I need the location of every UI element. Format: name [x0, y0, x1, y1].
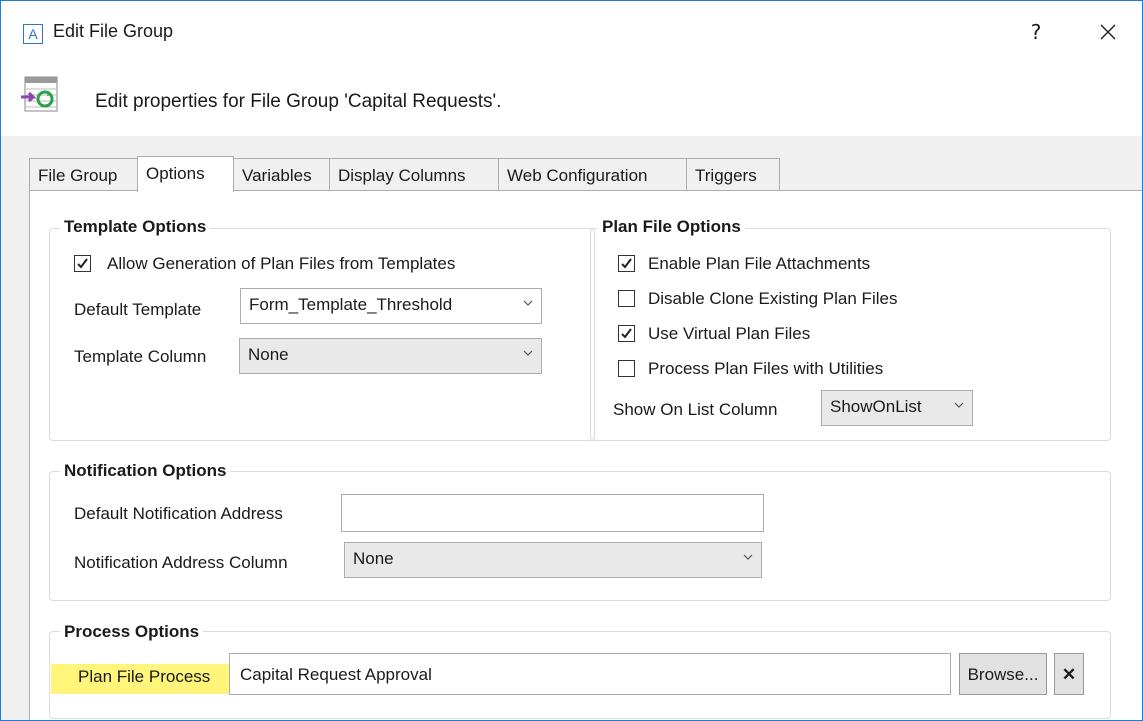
chevron-down-icon: [954, 402, 964, 408]
tab-display-columns[interactable]: Display Columns: [329, 158, 499, 190]
allow-generation-label: Allow Generation of Plan Files from Temp…: [107, 254, 456, 273]
enable-attachments-label: Enable Plan File Attachments: [648, 254, 871, 273]
options-tab-panel: Template Options Allow Generation of Pla…: [29, 190, 1142, 720]
browse-button[interactable]: Browse...: [959, 653, 1047, 695]
notification-options-group: [49, 471, 1111, 601]
app-icon: A: [23, 24, 43, 44]
process-utilities-label: Process Plan Files with Utilities: [648, 359, 884, 378]
template-column-select[interactable]: None: [239, 338, 542, 374]
disable-clone-label: Disable Clone Existing Plan Files: [648, 289, 898, 308]
process-utilities-checkbox[interactable]: [618, 360, 635, 377]
tab-triggers[interactable]: Triggers: [686, 158, 780, 190]
header-description: Edit properties for File Group 'Capital …: [95, 91, 502, 112]
tab-file-group[interactable]: File Group: [29, 158, 138, 190]
template-column-label: Template Column: [74, 347, 207, 366]
clear-icon: ✕: [1061, 665, 1077, 684]
title-bar: A Edit File Group ?: [1, 1, 1142, 61]
show-on-list-select[interactable]: ShowOnList: [821, 390, 973, 426]
process-options-legend: Process Options: [60, 622, 204, 642]
checkmark-icon: [621, 258, 632, 269]
show-on-list-label: Show On List Column: [613, 400, 778, 419]
virtual-plan-files-label: Use Virtual Plan Files: [648, 324, 811, 343]
enable-attachments-checkbox[interactable]: [618, 255, 635, 272]
show-on-list-value: ShowOnList: [830, 397, 922, 416]
chevron-down-icon: [523, 300, 533, 306]
plan-file-process-label: Plan File Process: [78, 667, 211, 686]
checkmark-icon: [621, 328, 632, 339]
dialog-header: Edit properties for File Group 'Capital …: [1, 61, 1142, 137]
tab-options[interactable]: Options: [137, 156, 234, 192]
notification-address-column-value: None: [353, 549, 394, 568]
template-options-legend: Template Options: [60, 217, 211, 237]
dialog-window: A Edit File Group ? Edit properties for …: [0, 0, 1143, 721]
virtual-plan-files-checkbox[interactable]: [618, 325, 635, 342]
notification-address-column-select[interactable]: None: [344, 542, 762, 578]
file-group-sync-icon: [21, 76, 58, 112]
tab-web-configuration[interactable]: Web Configuration: [498, 158, 687, 190]
notification-address-column-label: Notification Address Column: [74, 553, 288, 572]
template-column-value: None: [248, 345, 289, 364]
default-template-label: Default Template: [74, 300, 202, 319]
default-template-select[interactable]: Form_Template_Threshold: [240, 288, 542, 324]
window-title: Edit File Group: [53, 21, 174, 41]
clear-button[interactable]: ✕: [1054, 653, 1084, 695]
plan-file-options-legend: Plan File Options: [598, 217, 745, 237]
close-button[interactable]: [1091, 15, 1125, 49]
default-notification-address-label: Default Notification Address: [74, 504, 283, 523]
notification-options-legend: Notification Options: [60, 461, 231, 481]
chevron-down-icon: [743, 554, 753, 560]
default-notification-address-input[interactable]: [341, 494, 764, 532]
close-icon: [1100, 24, 1116, 40]
tab-variables[interactable]: Variables: [233, 158, 330, 190]
default-template-value: Form_Template_Threshold: [249, 295, 453, 314]
checkmark-icon: [77, 258, 88, 269]
allow-generation-checkbox[interactable]: [74, 255, 91, 272]
chevron-down-icon: [523, 350, 533, 356]
help-button[interactable]: ?: [1021, 15, 1051, 49]
plan-file-process-input[interactable]: Capital Request Approval: [229, 653, 951, 695]
disable-clone-checkbox[interactable]: [618, 290, 635, 307]
